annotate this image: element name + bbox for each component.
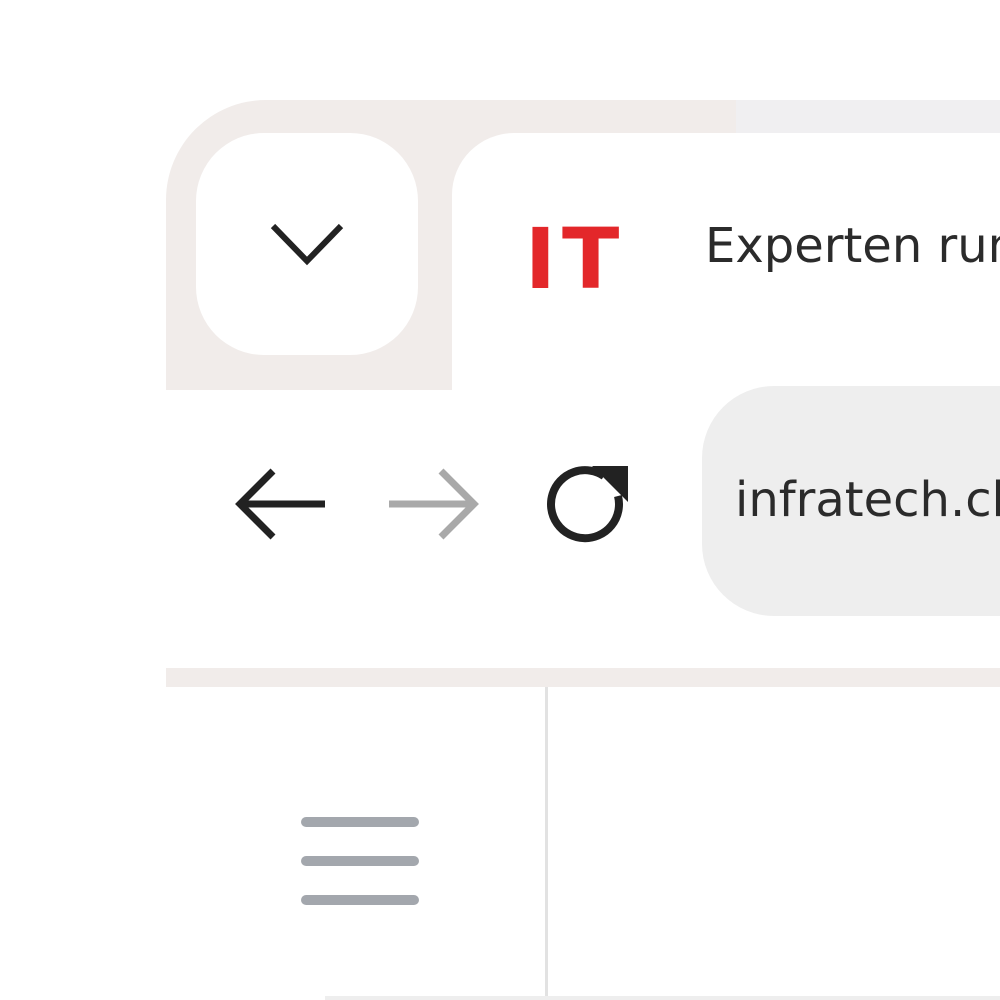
- reload-icon: [547, 466, 628, 543]
- forward-button[interactable]: [386, 462, 482, 546]
- menu-button[interactable]: [290, 806, 430, 916]
- back-button[interactable]: [232, 462, 328, 546]
- browser-window: IT Experten run infratech.ch: [0, 0, 1000, 1000]
- arrow-left-icon: [235, 468, 325, 540]
- reload-button[interactable]: [538, 458, 634, 550]
- arrow-right-icon: [389, 468, 479, 540]
- omnibox-url[interactable]: infratech.ch: [735, 470, 1000, 530]
- side-panel-divider: [545, 687, 548, 1000]
- tab-strip-edge: [736, 100, 1000, 134]
- tab-title: Experten run: [705, 218, 1000, 274]
- tab-search-button[interactable]: [196, 133, 418, 355]
- favicon-logo-text: IT: [524, 209, 626, 308]
- tab-favicon: IT: [500, 186, 650, 331]
- toolbar-divider: [166, 668, 1000, 687]
- bottom-divider: [325, 996, 1000, 1000]
- chevron-down-icon: [270, 223, 344, 266]
- hamburger-menu-icon: [301, 817, 419, 905]
